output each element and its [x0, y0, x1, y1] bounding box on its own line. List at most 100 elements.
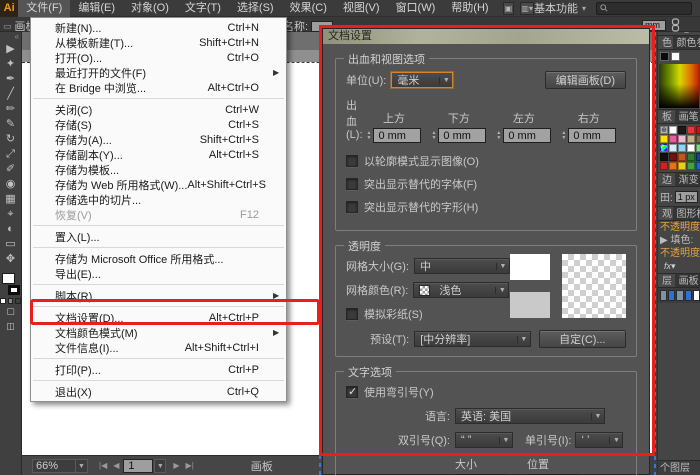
view-option-checkbox-0[interactable]	[346, 155, 358, 167]
arrange-documents-icon[interactable]: ▥▾	[520, 2, 534, 15]
bleed-value-input[interactable]: 0 mm	[373, 128, 421, 143]
file-menu-item-open-recent-files[interactable]: 最近打开的文件(F)▶	[31, 65, 286, 80]
hand-tool[interactable]: ✥	[0, 252, 21, 267]
tab-appearance[interactable]: 观	[658, 207, 673, 220]
swatch[interactable]	[696, 126, 700, 134]
add-effect-button[interactable]: fx▾	[658, 260, 700, 273]
menubar-item-select[interactable]: 选择(S)	[229, 0, 282, 17]
swatch[interactable]	[669, 153, 677, 161]
file-menu-item-save-selected-slices[interactable]: 存储选中的切片...	[31, 192, 286, 207]
file-menu-item-save-for-web[interactable]: 存储为 Web 所用格式(W)...Alt+Shift+Ctrl+S	[31, 177, 286, 192]
units-dropdown[interactable]: 毫米 ▼	[391, 72, 453, 88]
foreground-color-chip[interactable]	[660, 52, 669, 61]
fill-stroke-control[interactable]	[1, 273, 21, 295]
swatch[interactable]	[687, 135, 695, 143]
tab-gradient[interactable]: 渐变	[675, 173, 700, 186]
swatch[interactable]	[696, 153, 700, 161]
magic-wand-tool[interactable]: ✦	[0, 57, 21, 72]
swatch[interactable]	[678, 153, 686, 161]
swatch[interactable]	[660, 153, 668, 161]
bleed-value-input[interactable]: 0 mm	[503, 128, 551, 143]
tab-swatches[interactable]: 板	[658, 110, 675, 123]
previous-artboard-button[interactable]: ◀	[113, 461, 119, 470]
selection-tool[interactable]: ▶	[0, 42, 21, 57]
menubar-item-type[interactable]: 文字(T)	[177, 0, 229, 17]
swatch[interactable]	[678, 135, 686, 143]
file-menu-item-export[interactable]: 导出(E)...	[31, 266, 286, 281]
file-menu-item-save[interactable]: 存储(S)Ctrl+S	[31, 117, 286, 132]
draw-mode-button[interactable]: ▢	[0, 304, 21, 319]
layer-thumbnail[interactable]	[676, 290, 683, 301]
next-artboard-button[interactable]: ▶	[173, 461, 179, 470]
pencil-tool[interactable]: ✎	[0, 117, 21, 132]
menubar-item-object[interactable]: 对象(O)	[123, 0, 177, 17]
file-menu-item-close[interactable]: 关闭(C)Ctrl+W	[31, 102, 286, 117]
swatch[interactable]	[669, 135, 677, 143]
single-quotes-dropdown[interactable]: ‘ ’ ▼	[575, 432, 623, 448]
file-menu-item-scripts[interactable]: 脚本(R)▶	[31, 288, 286, 303]
swatch[interactable]	[696, 135, 700, 143]
artboard-tool[interactable]: ▭	[0, 237, 21, 252]
double-quotes-dropdown[interactable]: “ ” ▼	[455, 432, 513, 448]
tab-artboards[interactable]: 画板	[675, 274, 700, 287]
dialog-title[interactable]: 文档设置	[323, 29, 649, 44]
file-menu-item-save-as-template[interactable]: 存储为模板...	[31, 162, 286, 177]
zoom-level-field[interactable]: 66%	[32, 459, 76, 473]
menubar-item-view[interactable]: 视图(V)	[335, 0, 388, 17]
rotate-tool[interactable]: ↻	[0, 132, 21, 147]
last-artboard-button[interactable]: ▶|	[186, 461, 194, 470]
color-button[interactable]	[0, 298, 6, 304]
grid-size-dropdown[interactable]: 中 ▼	[414, 258, 510, 274]
file-menu-item-revert[interactable]: 恢复(V)F12	[31, 207, 286, 222]
tab-color-guide[interactable]: 颜色参	[673, 36, 700, 49]
tab-layers[interactable]: 层	[658, 274, 675, 287]
menubar-item-file[interactable]: 文件(F)	[18, 0, 70, 17]
symbol-sprayer-tool[interactable]: ◉	[0, 177, 21, 192]
file-menu-item-save-as[interactable]: 存储为(A)...Shift+Ctrl+S	[31, 132, 286, 147]
swatch[interactable]	[687, 126, 695, 134]
swatch[interactable]	[669, 162, 677, 170]
simulate-colored-paper-checkbox[interactable]	[346, 308, 358, 320]
swatch[interactable]	[660, 135, 668, 143]
artboard-number-dropdown-icon[interactable]: ▼	[154, 459, 166, 473]
file-menu-item-document-setup[interactable]: 文档设置(D)...Alt+Ctrl+P	[31, 310, 286, 325]
swatch[interactable]	[696, 144, 700, 152]
file-menu-item-place[interactable]: 置入(L)...	[31, 229, 286, 244]
layer-thumbnail[interactable]	[668, 290, 675, 301]
line-segment-tool[interactable]: ╱	[0, 87, 21, 102]
none-button[interactable]	[15, 298, 21, 304]
workspace-switcher[interactable]: 基本功能	[534, 0, 578, 16]
link-dimensions-icon[interactable]	[671, 18, 680, 32]
file-menu-item-save-for-microsoft-office[interactable]: 存储为 Microsoft Office 所用格式...	[31, 251, 286, 266]
screen-mode-button[interactable]: ◫	[0, 319, 21, 334]
fill-color-swatch[interactable]	[2, 273, 15, 284]
collapse-panel-icon[interactable]: «	[0, 32, 21, 42]
background-color-chip[interactable]	[671, 52, 680, 61]
swatch[interactable]	[687, 162, 695, 170]
view-option-checkbox-2[interactable]	[346, 201, 358, 213]
tab-brushes[interactable]: 画笔	[675, 110, 700, 123]
language-dropdown[interactable]: 英语: 美国 ▼	[455, 408, 605, 424]
width-tool[interactable]: ✐	[0, 162, 21, 177]
tab-stroke[interactable]: 边	[658, 173, 675, 186]
stepper-arrows[interactable]: ▲▼	[496, 131, 501, 141]
appearance-opacity-link-2[interactable]: 不透明度	[658, 247, 700, 260]
pen-tool[interactable]: ✒	[0, 72, 21, 87]
search-input[interactable]	[596, 2, 692, 15]
file-menu-item-print[interactable]: 打印(P)...Ctrl+P	[31, 362, 286, 377]
zoom-dropdown-icon[interactable]: ▼	[76, 459, 88, 473]
swatch[interactable]: ⊕	[660, 126, 668, 134]
stepper-arrows[interactable]: ▲▼	[561, 131, 566, 141]
file-menu-item-browse-in-bridge[interactable]: 在 Bridge 中浏览...Alt+Ctrl+O	[31, 80, 286, 95]
scale-tool[interactable]: ⤢	[0, 147, 21, 162]
stroke-weight-field[interactable]: 1 px	[675, 191, 698, 203]
tab-graphic-styles[interactable]: 图形样	[673, 207, 700, 220]
swatch[interactable]	[687, 153, 695, 161]
file-menu-item-exit[interactable]: 退出(X)Ctrl+Q	[31, 384, 286, 399]
artboard-number-field[interactable]: 1	[123, 459, 153, 473]
tab-color[interactable]: 色	[658, 36, 673, 49]
stepper-arrows[interactable]: ▲▼	[431, 131, 436, 141]
swatch[interactable]	[669, 144, 677, 152]
stroke-color-swatch[interactable]	[8, 285, 20, 295]
appearance-opacity-link[interactable]: 不透明度	[658, 221, 700, 234]
